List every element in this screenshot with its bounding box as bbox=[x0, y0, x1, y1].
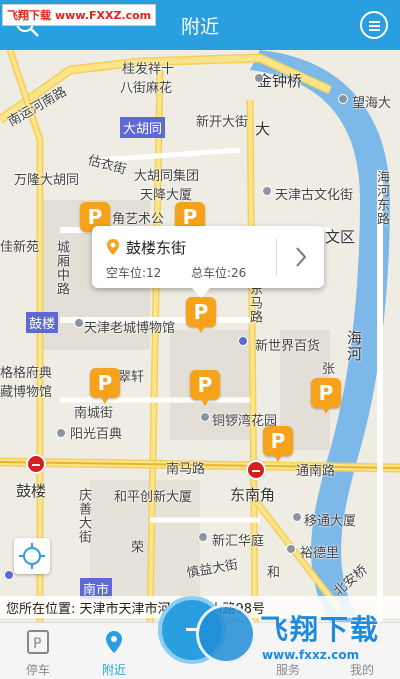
map-label: 东马路 bbox=[247, 282, 262, 324]
map-label: 张 bbox=[322, 362, 336, 377]
poi-dot bbox=[56, 428, 66, 438]
tab-nearby[interactable]: 附近 bbox=[76, 623, 152, 679]
map-label: 角艺术公 bbox=[112, 212, 165, 227]
parking-pin[interactable]: P bbox=[311, 378, 341, 416]
parking-icon: P bbox=[311, 378, 341, 408]
metro-station-icon bbox=[26, 454, 46, 474]
map-label: 文区 bbox=[325, 228, 356, 246]
crosshair-icon bbox=[19, 543, 45, 569]
map-label: 通南路 bbox=[296, 464, 336, 479]
watermark-url: www.FXXZ.com bbox=[55, 9, 152, 22]
map-label: 大胡同集团 bbox=[134, 169, 200, 184]
tab-parking[interactable]: P 停车 bbox=[0, 623, 76, 679]
parking-lot-name: 鼓楼东街 bbox=[126, 239, 187, 257]
poi-dot bbox=[74, 318, 84, 328]
map-label: 移通大厦 bbox=[304, 514, 357, 529]
map-label: 大 bbox=[255, 120, 271, 138]
map-label: 城厢中路 bbox=[54, 240, 69, 296]
parking-pin[interactable]: P bbox=[190, 370, 220, 408]
location-pin-icon bbox=[107, 239, 119, 255]
watermark-emblem bbox=[196, 604, 256, 664]
poi-dot bbox=[200, 412, 210, 422]
map-label: 新汇华庭 bbox=[212, 534, 265, 549]
map-view[interactable]: 桂发祥十 八街麻花 金钟桥 南运河南路 望海大 大胡同 新开大街 大 估衣街 大… bbox=[0, 50, 400, 622]
map-label: 佳新苑 bbox=[0, 240, 40, 255]
map-label: 万隆大胡同 bbox=[14, 173, 80, 188]
watermark-url: www.fxxz.com bbox=[262, 648, 360, 662]
menu-button[interactable] bbox=[360, 11, 388, 39]
poi-dot bbox=[286, 544, 296, 554]
menu-icon-line bbox=[369, 29, 380, 31]
menu-icon-line bbox=[369, 21, 380, 23]
tab-label: 停车 bbox=[25, 663, 50, 677]
map-label: 天津古文化街 bbox=[275, 188, 354, 203]
menu-icon-line bbox=[369, 25, 380, 27]
watermark-brand: 飞翔下载 bbox=[260, 613, 381, 646]
map-label: 和 bbox=[264, 565, 279, 579]
map-label-box: 大胡同 bbox=[120, 117, 166, 138]
total-spaces: 总车位:26 bbox=[191, 266, 247, 280]
map-label: 东南角 bbox=[230, 486, 276, 504]
svg-text:P: P bbox=[33, 636, 41, 652]
map-label: 格格府典藏博物馆 bbox=[0, 366, 53, 400]
map-label: 荣 bbox=[128, 540, 143, 554]
details-button[interactable] bbox=[276, 238, 324, 276]
parking-icon: P bbox=[186, 297, 216, 327]
map-label: 裕德里 bbox=[300, 546, 340, 561]
parking-tab-icon: P bbox=[27, 630, 49, 654]
poi-dot bbox=[198, 532, 208, 542]
map-label: 金钟桥 bbox=[257, 72, 303, 90]
poi-dot bbox=[262, 186, 272, 196]
chevron-right-icon bbox=[296, 247, 307, 267]
map-label: 新开大街 bbox=[196, 115, 249, 130]
parking-pin[interactable]: P bbox=[263, 426, 293, 464]
map-label: 翠轩 bbox=[118, 370, 145, 385]
parking-icon: P bbox=[90, 368, 120, 398]
parking-pin[interactable]: P bbox=[90, 368, 120, 406]
map-label: 和平创新大厦 bbox=[114, 490, 193, 505]
map-label: 天津老城博物馆 bbox=[84, 321, 176, 336]
free-spaces: 空车位:12 bbox=[106, 266, 162, 280]
map-label-box: 鼓楼 bbox=[26, 312, 59, 333]
location-tab-icon bbox=[106, 631, 122, 653]
poi-dot bbox=[4, 570, 14, 580]
watermark-badge: 飞翔下载 www.FXXZ.com bbox=[2, 4, 157, 26]
locate-me-button[interactable] bbox=[14, 538, 50, 574]
map-label: 南马路 bbox=[166, 462, 206, 477]
map-label: 海河 bbox=[345, 330, 363, 362]
map-label: 桂发祥十 bbox=[122, 62, 175, 77]
map-label: 鼓楼 bbox=[16, 482, 47, 500]
map-label: 海河东路 bbox=[374, 170, 389, 226]
map-label: 阳光百典 bbox=[70, 427, 123, 442]
parking-pin-selected[interactable]: P bbox=[186, 297, 216, 335]
poi-dot bbox=[338, 94, 348, 104]
parking-info-popup[interactable]: 鼓楼东街 空车位:12 总车位:26 bbox=[92, 226, 324, 298]
map-label: 望海大 bbox=[352, 96, 392, 111]
parking-icon: P bbox=[263, 426, 293, 456]
map-label: 八街麻花 bbox=[120, 81, 173, 96]
watermark-logo: 飞翔下载 www.fxxz.com bbox=[196, 604, 400, 679]
map-label: 庆善大街 bbox=[76, 488, 91, 544]
poi-dot bbox=[292, 512, 302, 522]
poi-dot bbox=[254, 73, 264, 83]
watermark-brand: 飞翔下载 bbox=[7, 9, 51, 22]
map-label: 天降大厦 bbox=[140, 188, 193, 203]
tab-label: 附近 bbox=[101, 663, 126, 677]
map-label: 新世界百货 bbox=[255, 339, 321, 354]
parking-icon: P bbox=[190, 370, 220, 400]
store-icon bbox=[238, 336, 248, 346]
